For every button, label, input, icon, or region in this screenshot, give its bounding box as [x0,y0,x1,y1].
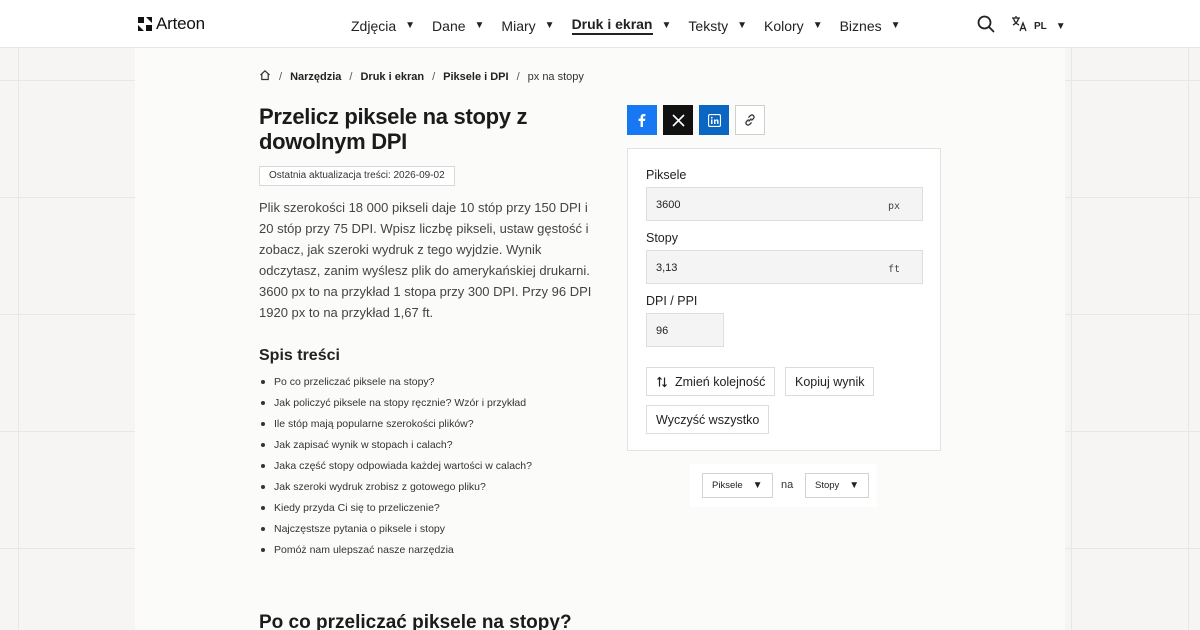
toc-link[interactable]: Jak policzyć piksele na stopy ręcznie? W… [259,396,532,417]
intro-paragraph: Plik szerokości 18 000 pikseli daje 10 s… [259,200,592,320]
breadcrumb-current: px na stopy [527,70,584,83]
share-x-button[interactable] [663,105,693,135]
breadcrumb-link-druk-i-ekran[interactable]: Druk i ekran [360,71,424,83]
breadcrumb-separator: / [432,70,436,83]
clear-all-button[interactable]: Wyczyść wszystko [646,405,770,434]
breadcrumb: / Narzędzia / Druk i ekran / Piksele i D… [259,69,584,84]
unit-selector: Piksele ▼ na Stopy ▼ [690,464,877,507]
dpi-value: 96 [656,325,669,337]
swap-button[interactable]: Zmień kolejność [646,367,776,396]
toc-link[interactable]: Po co przeliczać piksele na stopy? [259,375,532,396]
toc-link[interactable]: Jak szeroki wydruk zrobisz z gotowego pl… [259,480,532,501]
breadcrumb-separator: / [279,70,283,83]
language-switcher[interactable]: PL ▼ [1011,15,1066,37]
copy-result-label: Kopiuj wynik [795,374,865,389]
breadcrumb-link-narzedzia[interactable]: Narzędzia [290,71,341,83]
unit-connector: na [781,479,794,491]
language-code: PL [1034,20,1047,32]
nav-label: Druk i ekran [571,16,653,35]
copy-link-button[interactable] [735,105,765,135]
section-heading: Po co przeliczać piksele na stopy? [259,612,572,630]
home-icon[interactable] [259,69,271,84]
x-icon [671,113,685,127]
link-icon [745,114,755,126]
chevron-down-icon: ▼ [661,20,672,31]
nav-item-biznes[interactable]: Biznes ▼ [840,16,901,35]
nav-item-miary[interactable]: Miary ▼ [501,16,554,35]
chevron-down-icon: ▼ [812,20,823,31]
toc-link[interactable]: Kiedy przyda Ci się to przeliczenie? [259,501,532,522]
share-buttons [627,105,765,135]
translate-icon [1011,15,1028,37]
swap-label: Zmień kolejność [675,374,766,389]
chevron-down-icon: ▼ [474,20,485,31]
from-unit-value: Piksele [712,480,743,491]
nav-label: Dane [432,17,466,34]
chevron-down-icon: ▼ [752,480,763,491]
toc-link[interactable]: Ile stóp mają popularne szerokości plikó… [259,417,532,438]
linkedin-icon [707,113,721,127]
pixels-label: Piksele [646,168,687,182]
table-of-contents: Po co przeliczać piksele na stopy? Jak p… [259,375,532,564]
feet-label: Stopy [646,231,678,245]
pixels-unit: px [887,201,900,212]
share-linkedin-button[interactable] [699,105,729,135]
toc-heading: Spis treści [259,347,340,364]
nav-item-kolory[interactable]: Kolory ▼ [764,16,823,35]
breadcrumb-separator: / [516,70,520,83]
search-icon[interactable] [977,15,995,38]
dpi-input[interactable]: 96 [646,313,724,347]
toc-link[interactable]: Jaka część stopy odpowiada każdej wartoś… [259,459,532,480]
main-nav: Zdjęcia ▼ Dane ▼ Miary ▼ Druk i ekran ▼ Teks… [351,16,918,35]
feet-value: 3,13 [656,262,678,274]
top-navigation-bar: Arteon Zdjęcia ▼ Dane ▼ Miary ▼ Druk i ekra… [0,0,1200,48]
share-facebook-button[interactable] [627,105,657,135]
chevron-down-icon: ▼ [737,20,747,31]
nav-item-teksty[interactable]: Teksty ▼ [688,16,747,35]
to-unit-select[interactable]: Stopy ▼ [805,473,870,498]
chevron-down-icon: ▼ [405,20,416,31]
chevron-down-icon: ▼ [849,480,860,491]
feet-unit: ft [887,264,900,275]
toc-link[interactable]: Najczęstsze pytania o piksele i stopy [259,522,532,543]
converter-panel: Piksele 3600 px Stopy 3,13 ft DPI / PPI … [627,148,941,451]
chevron-down-icon: ▼ [890,20,901,31]
page-title: Przelicz piksele na stopy z dowolnym DPI [259,104,528,154]
nav-label: Kolory [764,17,804,34]
copy-result-button[interactable]: Kopiuj wynik [785,367,875,396]
from-unit-select[interactable]: Piksele ▼ [702,473,773,498]
toc-link[interactable]: Jak zapisać wynik w stopach i calach? [259,438,532,459]
last-updated-badge: Ostatnia aktualizacja treści: 2026-09-02 [259,166,455,186]
toc-link[interactable]: Pomóż nam ulepszać nasze narzędzia [259,543,532,564]
chevron-down-icon: ▼ [1055,20,1066,32]
to-unit-value: Stopy [815,480,840,491]
nav-label: Zdjęcia [351,17,397,34]
brand-logo[interactable]: Arteon [137,14,205,34]
nav-label: Teksty [688,17,729,34]
feet-input[interactable]: 3,13 ft [646,250,923,284]
chevron-down-icon: ▼ [544,20,555,31]
logo-icon [138,17,152,31]
dpi-label: DPI / PPI [646,294,698,308]
breadcrumb-separator: / [349,70,353,83]
pixels-input[interactable]: 3600 px [646,187,923,221]
clear-all-label: Wyczyść wszystko [656,412,760,427]
breadcrumb-link-piksele-i-dpi[interactable]: Piksele i DPI [443,71,508,83]
nav-item-dane[interactable]: Dane ▼ [432,16,484,35]
facebook-icon [638,114,646,127]
nav-item-zdjecia[interactable]: Zdjęcia ▼ [351,16,415,35]
nav-label: Biznes [839,17,882,34]
nav-item-druk-i-ekran[interactable]: Druk i ekran ▼ [571,16,672,35]
pixels-value: 3600 [656,199,681,211]
brand-name: Arteon [156,14,205,33]
swap-icon [656,376,668,388]
nav-label: Miary [501,17,536,34]
